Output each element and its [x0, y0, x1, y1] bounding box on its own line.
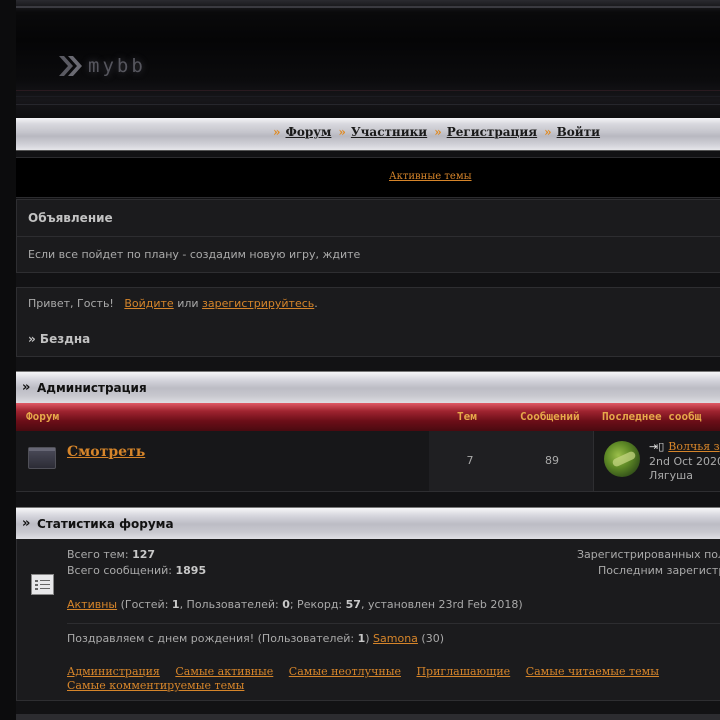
active-users-link[interactable]: Активны [67, 598, 117, 611]
period-text: . [314, 297, 318, 310]
avatar[interactable] [604, 441, 640, 477]
forum-name-link[interactable]: Смотреть [67, 444, 145, 460]
birthday-age: (30) [421, 632, 445, 645]
announcement-text: Если все пойдет по плану - создадим нову… [28, 248, 361, 261]
stats-header: » Статистика форума [16, 507, 720, 540]
last-post-date: 2nd Oct 2020 [649, 455, 720, 468]
collapse-arrows-icon[interactable]: » [22, 380, 30, 395]
nav-separator-icon: » [273, 125, 280, 139]
registered-users-label: Зарегистрированных пол [577, 548, 720, 561]
forum-posts-count: 89 [511, 431, 594, 491]
welcome-line: Привет, Гость! Войдите или зарегистрируй… [28, 297, 318, 310]
col-posts: Сообщений [520, 410, 580, 423]
site-logo[interactable]: mybb [58, 54, 146, 78]
total-posts-label: Всего сообщений: [67, 564, 172, 577]
link-most-read[interactable]: Самые читаемые темы [526, 665, 659, 678]
nav-members-link[interactable]: Участники [351, 125, 427, 139]
header-stripe [16, 96, 720, 97]
header-stripe [16, 90, 720, 91]
forum-table-header: Форум Тем Сообщений Последнее сообщ [16, 403, 720, 431]
greeting-text: Привет, Гость! [28, 297, 114, 310]
logo-text: mybb [88, 55, 146, 77]
total-posts-line: Всего сообщений: 1895 [67, 564, 206, 577]
header-top-line [16, 6, 720, 8]
guests-label: (Гостей: [120, 598, 169, 611]
record-date: , установлен 23rd Feb 2018) [360, 598, 523, 611]
collapse-arrows-icon[interactable]: » [22, 516, 30, 531]
main-nav: » Форум » Участники » Регистрация » Войт… [16, 118, 720, 151]
total-topics-label: Всего тем: [67, 548, 129, 561]
top-lists-links: Администрация Самые активные Самые неотл… [67, 665, 707, 693]
register-link[interactable]: зарегистрируйтесь [202, 297, 314, 310]
stats-list-icon [31, 574, 54, 595]
link-inviters[interactable]: Приглашающие [416, 665, 510, 678]
nav-register-link[interactable]: Регистрация [447, 125, 537, 139]
category-title[interactable]: Администрация [37, 381, 147, 395]
active-topics-link[interactable]: Активные темы [389, 171, 472, 182]
divider [17, 236, 720, 237]
site-header: mybb [16, 0, 720, 118]
col-forum: Форум [26, 410, 60, 423]
link-administration[interactable]: Администрация [67, 665, 160, 678]
forum-row: Смотреть 7 89 ⇥▯ Волчья з 2nd Oct 2020 Л… [16, 431, 720, 492]
col-topics: Тем [457, 410, 477, 423]
last-post-link[interactable]: Волчья з [668, 440, 719, 453]
users-label: , Пользователей: [179, 598, 279, 611]
forum-main-cell: Смотреть [16, 431, 430, 491]
forum-status-icon [28, 447, 56, 469]
total-topics-line: Всего тем: 127 [67, 548, 155, 561]
active-topics-bar: Активные темы [16, 157, 720, 198]
birthday-close: ) [365, 632, 370, 645]
total-posts-value: 1895 [175, 564, 207, 577]
guests-value: 1 [171, 598, 180, 611]
breadcrumb[interactable]: » Бездна [28, 332, 90, 346]
or-text: или [177, 297, 199, 310]
stats-title: Статистика форума [37, 517, 174, 531]
link-most-commented[interactable]: Самые комментируемые темы [67, 679, 244, 692]
last-post-title: ⇥▯ Волчья з [649, 440, 720, 453]
nav-login-link[interactable]: Войти [557, 125, 600, 139]
online-line: Активны (Гостей: 1, Пользователей: 0; Ре… [67, 598, 523, 611]
last-post-user: Лягуша [649, 469, 693, 482]
users-value: 0 [282, 598, 290, 611]
link-most-active[interactable]: Самые активные [175, 665, 273, 678]
nav-separator-icon: » [338, 125, 345, 139]
announcement-title: Объявление [28, 211, 113, 225]
divider [67, 623, 720, 624]
total-topics-value: 127 [132, 548, 156, 561]
birthday-text: Поздравляем с днем рождения! (Пользовате… [67, 632, 355, 645]
logo-chevrons-icon [59, 56, 82, 76]
record-label: ; Рекорд: [289, 598, 343, 611]
birthday-user-link[interactable]: Samona [373, 632, 418, 645]
nav-separator-icon: » [434, 125, 441, 139]
nav-separator-icon: » [544, 125, 551, 139]
announcement-box: Объявление Если все пойдет по плану - со… [16, 199, 720, 273]
login-link[interactable]: Войдите [124, 297, 173, 310]
header-stripe [16, 104, 720, 105]
nav-forum-link[interactable]: Форум [286, 125, 332, 139]
last-registered-label: Последним зарегистр [598, 564, 720, 577]
category-header: » Администрация [16, 371, 720, 404]
welcome-box: Привет, Гость! Войдите или зарегистрируй… [16, 287, 720, 357]
birthday-line: Поздравляем с днем рождения! (Пользовате… [67, 632, 444, 645]
col-last-post: Последнее сообщ [602, 410, 702, 423]
link-most-online[interactable]: Самые неотлучные [289, 665, 401, 678]
next-section-bar [16, 714, 720, 720]
go-to-post-icon[interactable]: ⇥▯ [649, 440, 664, 453]
left-gutter [0, 0, 16, 720]
last-post-cell: ⇥▯ Волчья з 2nd Oct 2020 Лягуша [593, 431, 720, 491]
record-value: 57 [345, 598, 361, 611]
forum-topics-count: 7 [429, 431, 512, 491]
stats-box: Всего тем: 127 Всего сообщений: 1895 Зар… [16, 539, 720, 701]
